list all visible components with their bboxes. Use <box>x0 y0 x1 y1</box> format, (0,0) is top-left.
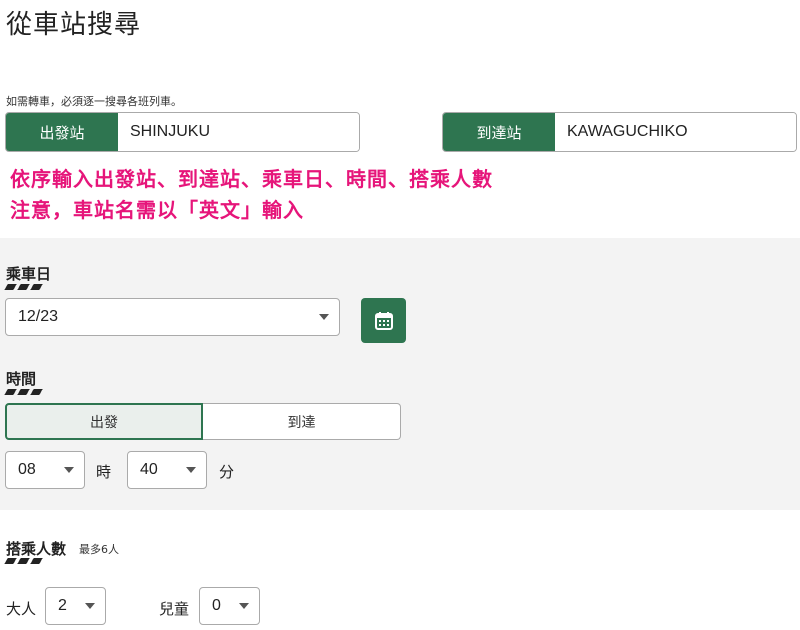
hour-unit-label: 時 <box>96 463 112 481</box>
chevron-down-icon <box>186 467 196 473</box>
section-underline <box>4 284 44 290</box>
adult-label: 大人 <box>6 600 37 618</box>
departure-station-label: 出發站 <box>6 113 118 151</box>
instruction-annotation-line1: 依序輸入出發站、到達站、乘車日、時間、搭乘人數 <box>10 167 493 191</box>
minute-select[interactable]: 40 <box>127 451 207 489</box>
adult-count-value: 2 <box>58 597 67 614</box>
page-title: 從車站搜尋 <box>6 10 142 40</box>
date-select[interactable]: 12/23 <box>5 298 340 336</box>
departure-station-field: 出發站 <box>5 112 360 152</box>
section-underline <box>4 389 44 395</box>
date-time-panel <box>0 238 800 510</box>
minute-unit-label: 分 <box>219 463 235 481</box>
instruction-annotation-line2: 注意，車站名需以「英文」輸入 <box>10 198 304 222</box>
chevron-down-icon <box>239 603 249 609</box>
section-underline <box>4 558 44 564</box>
date-select-value: 12/23 <box>18 308 59 325</box>
passengers-section-title: 搭乘人數 <box>6 540 67 558</box>
hour-select[interactable]: 08 <box>5 451 85 489</box>
calendar-button[interactable] <box>361 298 406 343</box>
arrive-toggle-button[interactable]: 到達 <box>203 403 401 440</box>
hour-select-value: 08 <box>18 461 36 478</box>
passengers-max-note: 最多6人 <box>79 543 119 556</box>
chevron-down-icon <box>64 467 74 473</box>
arrival-station-field: 到達站 <box>442 112 797 152</box>
adult-count-select[interactable]: 2 <box>45 587 106 625</box>
date-section-title: 乘車日 <box>6 265 52 283</box>
time-section-title: 時間 <box>6 370 37 388</box>
arrival-station-input[interactable] <box>555 113 796 151</box>
child-label: 兒童 <box>159 600 190 618</box>
depart-toggle-button[interactable]: 出發 <box>5 403 203 440</box>
minute-select-value: 40 <box>140 461 158 478</box>
child-count-value: 0 <box>212 597 221 614</box>
child-count-select[interactable]: 0 <box>199 587 260 625</box>
chevron-down-icon <box>319 314 329 320</box>
chevron-down-icon <box>85 603 95 609</box>
calendar-icon <box>374 311 393 330</box>
arrival-station-label: 到達站 <box>443 113 555 151</box>
transfer-note: 如需轉車，必須逐一搜尋各班列車。 <box>6 95 182 108</box>
departure-station-input[interactable] <box>118 113 359 151</box>
